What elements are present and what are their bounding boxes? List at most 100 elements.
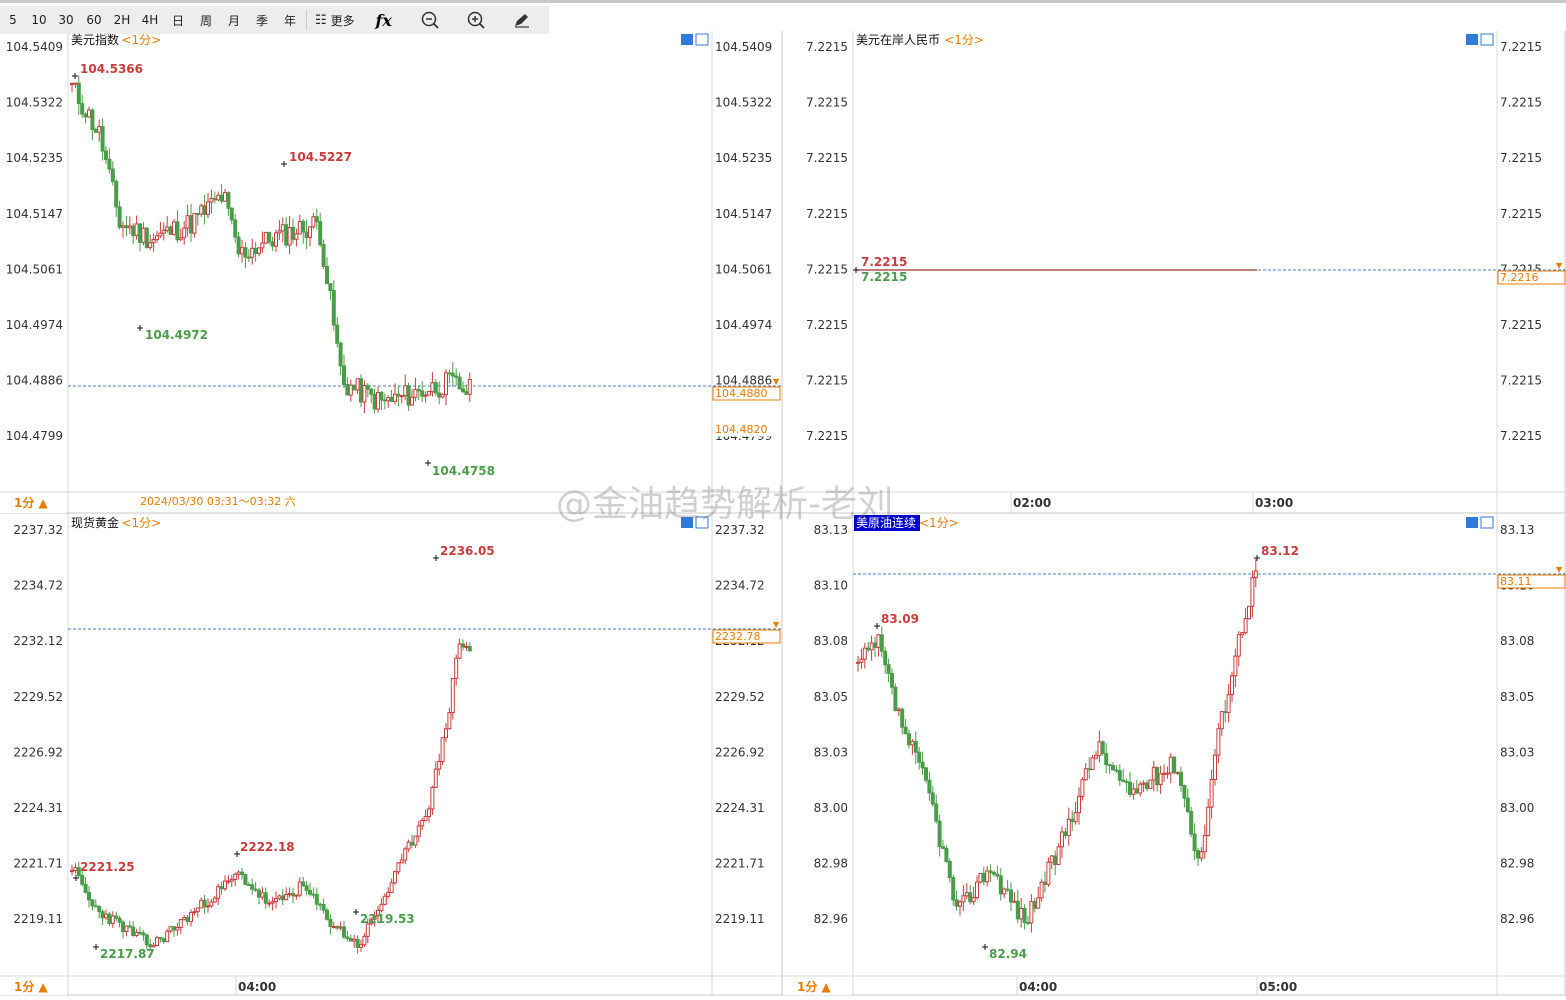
candle bbox=[869, 635, 874, 661]
period-button-3[interactable]: 60 bbox=[80, 6, 108, 34]
y-tick-right: 7.2215 bbox=[1500, 40, 1542, 54]
candle-body bbox=[450, 677, 455, 714]
candle bbox=[930, 786, 935, 807]
candle-body bbox=[226, 880, 231, 883]
candle-body bbox=[893, 686, 898, 711]
candle bbox=[403, 846, 408, 865]
period-button-4[interactable]: 2H bbox=[108, 6, 136, 34]
candle-body bbox=[1080, 779, 1085, 797]
y-tick-left: 104.5235 bbox=[6, 151, 63, 165]
candle bbox=[246, 249, 251, 262]
candle bbox=[440, 393, 445, 399]
candle-body bbox=[433, 382, 438, 394]
panel-title-name: 美元指数 bbox=[71, 32, 119, 47]
period-button-5[interactable]: 4H bbox=[136, 6, 164, 34]
period-button-0[interactable]: 5 bbox=[0, 6, 26, 34]
candle bbox=[1094, 751, 1098, 760]
candle-body bbox=[90, 899, 95, 907]
candle-body bbox=[1151, 766, 1156, 781]
y-tick-right: 2237.32 bbox=[715, 523, 765, 537]
candle-body bbox=[1070, 818, 1075, 823]
period-button-2[interactable]: 30 bbox=[52, 6, 80, 34]
zoom-in-icon[interactable] bbox=[453, 6, 499, 34]
candle bbox=[1111, 762, 1115, 771]
candle-body bbox=[862, 647, 867, 660]
chart-panel-gold[interactable]: 2237.32 2237.32 2234.72 2234.72 2232.12 2232.… bbox=[0, 514, 783, 996]
fx-icon[interactable]: fx bbox=[361, 6, 407, 34]
candle bbox=[87, 886, 91, 908]
draw-pen-icon[interactable] bbox=[499, 6, 545, 34]
candle-body bbox=[352, 384, 357, 391]
candle-body bbox=[212, 197, 217, 201]
candle bbox=[372, 388, 377, 414]
candle bbox=[223, 188, 227, 202]
candle-body bbox=[1233, 655, 1238, 677]
candle-body bbox=[192, 213, 197, 234]
candle bbox=[100, 909, 105, 926]
candle-body bbox=[430, 382, 435, 393]
candle-body bbox=[1005, 888, 1010, 891]
candle bbox=[971, 886, 976, 905]
candle-body bbox=[297, 881, 302, 896]
top-toolbar: 5 10 30 60 2H 4H 日周月季年 ☷ 更多 fx bbox=[0, 0, 1566, 34]
y-tick-left: 7.2215 bbox=[806, 96, 848, 110]
candle bbox=[447, 707, 452, 730]
candle-body bbox=[393, 393, 397, 402]
current-price-tag-text: 2232.78 bbox=[715, 630, 761, 643]
candle bbox=[1250, 570, 1255, 618]
y-tick-left: 7.2215 bbox=[806, 318, 848, 332]
y-tick-right: 7.2215 bbox=[1500, 96, 1542, 110]
period-button-7[interactable]: 周 bbox=[192, 6, 220, 34]
chart-panel-oil[interactable]: 83.1383.1383.1083.1083.0883.0883.0583.05… bbox=[783, 514, 1566, 996]
period-button-9[interactable]: 季 bbox=[248, 6, 276, 34]
period-button-6[interactable]: 日 bbox=[164, 6, 192, 34]
candle bbox=[362, 933, 367, 948]
period-button-10[interactable]: 年 bbox=[276, 6, 304, 34]
y-tick-right: 2221.71 bbox=[715, 857, 765, 871]
candle bbox=[1145, 780, 1149, 792]
candle-body bbox=[457, 643, 462, 659]
candle bbox=[1049, 854, 1054, 870]
chart-panel-cnh[interactable]: 7.2215 7.2215 7.2215 7.2215 7.2215 7.2215 7.22… bbox=[783, 31, 1566, 514]
x-tick-label: 02:00 bbox=[1013, 496, 1051, 510]
candle-body bbox=[321, 903, 326, 911]
candle-body bbox=[1240, 632, 1245, 636]
expand-icon bbox=[681, 517, 693, 528]
candle-body bbox=[859, 658, 864, 663]
y-tick-left: 83.10 bbox=[814, 579, 848, 593]
candle bbox=[257, 247, 261, 257]
candle bbox=[920, 751, 925, 775]
period-button-8[interactable]: 月 bbox=[220, 6, 248, 34]
candle bbox=[1185, 788, 1190, 814]
more-button[interactable]: ☷ 更多 bbox=[309, 6, 361, 34]
candle bbox=[1155, 766, 1160, 792]
candle bbox=[1230, 671, 1234, 703]
candle-body bbox=[896, 708, 901, 711]
candle-body bbox=[246, 256, 251, 259]
candle-body bbox=[437, 760, 442, 770]
chart-panel-dxy[interactable]: 104.5409 104.5409 104.5322 104.5322 104.5235… bbox=[0, 31, 783, 514]
candle bbox=[141, 930, 146, 941]
candle-body bbox=[883, 650, 888, 666]
candle bbox=[297, 877, 302, 898]
zoom-out-icon[interactable] bbox=[407, 6, 453, 34]
candle-body bbox=[121, 225, 125, 228]
candle bbox=[1019, 898, 1024, 928]
candle-body bbox=[243, 247, 248, 258]
candle bbox=[1060, 826, 1064, 859]
candle bbox=[389, 389, 394, 402]
y-tick-left: 83.03 bbox=[814, 745, 848, 759]
candle bbox=[301, 876, 306, 887]
period-toolbar: 5 10 30 60 2H 4H 日周月季年 ☷ 更多 fx bbox=[0, 6, 549, 34]
candle bbox=[379, 898, 384, 913]
candle bbox=[450, 362, 455, 387]
period-button-1[interactable]: 10 bbox=[26, 6, 52, 34]
candle-body bbox=[267, 902, 272, 905]
candle bbox=[325, 257, 329, 285]
candle bbox=[992, 870, 996, 877]
candle-body bbox=[941, 846, 945, 849]
candle-body bbox=[450, 372, 455, 377]
candle bbox=[1199, 847, 1204, 862]
candle bbox=[206, 898, 210, 913]
candle bbox=[988, 864, 993, 883]
